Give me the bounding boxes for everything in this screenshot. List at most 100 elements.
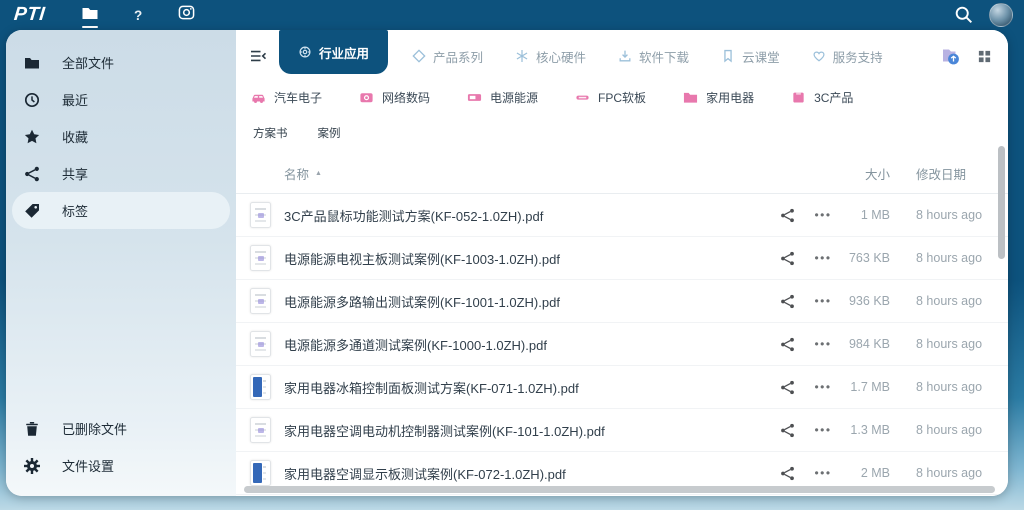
search-button[interactable] bbox=[954, 5, 974, 25]
share-icon[interactable] bbox=[780, 251, 795, 266]
collapse-sidebar-icon[interactable] bbox=[249, 48, 267, 64]
more-actions-icon[interactable]: ••• bbox=[814, 208, 831, 222]
snowflake-icon bbox=[515, 49, 529, 63]
folder-icon bbox=[683, 90, 698, 105]
sidebar-item-favorites[interactable]: 收藏 bbox=[6, 118, 236, 155]
tab-label: 行业应用 bbox=[319, 43, 369, 62]
column-header-name[interactable]: 名称 ▲ bbox=[284, 164, 769, 183]
more-actions-icon[interactable]: ••• bbox=[814, 466, 831, 480]
pdf-file-blue-icon bbox=[250, 460, 271, 486]
file-modified: 8 hours ago bbox=[890, 380, 975, 394]
file-modified: 8 hours ago bbox=[890, 423, 975, 437]
tab-industry-applications[interactable]: 行业应用 bbox=[279, 30, 388, 74]
tab-label: 云课堂 bbox=[742, 47, 780, 66]
tab-software-download[interactable]: 软件下载 bbox=[602, 30, 705, 82]
folder-icon bbox=[24, 55, 40, 71]
file-name: 家用电器冰箱控制面板测试方案(KF-071-1.0ZH).pdf bbox=[284, 378, 769, 397]
sidebar-item-tags[interactable]: 标签 bbox=[12, 192, 230, 229]
sidebar-item-recent[interactable]: 最近 bbox=[6, 81, 236, 118]
horizontal-scrollbar[interactable] bbox=[244, 486, 995, 493]
share-icon[interactable] bbox=[780, 466, 795, 481]
tab-service-support[interactable]: 服务支持 bbox=[796, 30, 899, 82]
share-icon[interactable] bbox=[780, 294, 795, 309]
tab-core-hardware[interactable]: 核心硬件 bbox=[499, 30, 602, 82]
file-list: 3C产品鼠标功能测试方案(KF-052-1.0ZH).pdf ••• 1 MB … bbox=[236, 194, 1008, 495]
sidebar-item-shared[interactable]: 共享 bbox=[6, 155, 236, 192]
folder-icon bbox=[81, 5, 99, 26]
box-icon bbox=[791, 90, 806, 105]
file-size: 1.7 MB bbox=[841, 380, 890, 394]
file-name: 电源能源电视主板测试案例(KF-1003-1.0ZH).pdf bbox=[284, 249, 769, 268]
files-app-button[interactable] bbox=[79, 3, 101, 27]
chip-icon bbox=[575, 90, 590, 105]
app-screen: PTI ? 全部文件 bbox=[0, 0, 1024, 510]
category-label: 电源能源 bbox=[490, 89, 538, 106]
gear-icon bbox=[24, 458, 40, 474]
topbar-app-menu: ? bbox=[79, 3, 197, 27]
sidebar-item-all-files[interactable]: 全部文件 bbox=[6, 44, 236, 81]
category-automotive-electronics[interactable]: 汽车电子 bbox=[251, 89, 359, 106]
column-header-size[interactable]: 大小 bbox=[841, 164, 890, 183]
file-size: 1 MB bbox=[841, 208, 890, 222]
vertical-scrollbar[interactable] bbox=[998, 146, 1005, 259]
share-icon[interactable] bbox=[780, 337, 795, 352]
table-row[interactable]: 电源能源多通道测试案例(KF-1000-1.0ZH).pdf ••• 984 K… bbox=[236, 323, 1008, 366]
sidebar-item-file-settings[interactable]: 文件设置 bbox=[6, 447, 236, 484]
pdf-file-icon bbox=[250, 331, 271, 357]
table-row[interactable]: 电源能源多路输出测试案例(KF-1001-1.0ZH).pdf ••• 936 … bbox=[236, 280, 1008, 323]
filter-row: 方案书 案例 bbox=[236, 112, 1008, 154]
help-button[interactable]: ? bbox=[127, 3, 149, 27]
sidebar-item-label: 全部文件 bbox=[62, 53, 114, 72]
grid-view-icon[interactable] bbox=[977, 49, 992, 64]
category-home-appliances[interactable]: 家用电器 bbox=[683, 89, 791, 106]
filter-case[interactable]: 案例 bbox=[318, 125, 341, 141]
app-badge-icon[interactable] bbox=[939, 46, 961, 66]
category-network-digital[interactable]: 网络数码 bbox=[359, 89, 467, 106]
share-icon[interactable] bbox=[780, 208, 795, 223]
category-row: 汽车电子 网络数码 电源能源 FPC软板 家用电器 bbox=[236, 82, 1008, 112]
file-name: 家用电器空调电动机控制器测试案例(KF-101-1.0ZH).pdf bbox=[284, 421, 769, 440]
sort-ascending-icon: ▲ bbox=[315, 170, 322, 177]
table-row[interactable]: 电源能源电视主板测试案例(KF-1003-1.0ZH).pdf ••• 763 … bbox=[236, 237, 1008, 280]
more-actions-icon[interactable]: ••• bbox=[814, 251, 831, 265]
search-icon bbox=[954, 5, 974, 25]
more-actions-icon[interactable]: ••• bbox=[814, 294, 831, 308]
file-size: 936 KB bbox=[841, 294, 890, 308]
share-icon[interactable] bbox=[780, 423, 795, 438]
tab-product-series[interactable]: 产品系列 bbox=[396, 30, 499, 82]
share-icon[interactable] bbox=[780, 380, 795, 395]
tab-cloud-classroom[interactable]: 云课堂 bbox=[705, 30, 796, 82]
avatar[interactable] bbox=[989, 3, 1013, 27]
filter-proposal[interactable]: 方案书 bbox=[253, 125, 288, 141]
table-row[interactable]: 3C产品鼠标功能测试方案(KF-052-1.0ZH).pdf ••• 1 MB … bbox=[236, 194, 1008, 237]
table-row[interactable]: 家用电器空调电动机控制器测试案例(KF-101-1.0ZH).pdf ••• 1… bbox=[236, 409, 1008, 452]
table-row[interactable]: 家用电器冰箱控制面板测试方案(KF-071-1.0ZH).pdf ••• 1.7… bbox=[236, 366, 1008, 409]
file-modified: 8 hours ago bbox=[890, 337, 975, 351]
heart-icon bbox=[812, 49, 826, 63]
category-label: 汽车电子 bbox=[274, 89, 322, 106]
sidebar-item-deleted-files[interactable]: 已删除文件 bbox=[6, 410, 236, 447]
sidebar-item-label: 共享 bbox=[62, 164, 88, 183]
category-fpc-flex-board[interactable]: FPC软板 bbox=[575, 89, 683, 106]
column-header-modified[interactable]: 修改日期 bbox=[890, 164, 975, 183]
clock-icon bbox=[24, 92, 40, 108]
category-label: 3C产品 bbox=[814, 89, 853, 106]
category-3c-products[interactable]: 3C产品 bbox=[791, 89, 890, 106]
category-power-energy[interactable]: 电源能源 bbox=[467, 89, 575, 106]
more-actions-icon[interactable]: ••• bbox=[814, 380, 831, 394]
sidebar-item-label: 最近 bbox=[62, 90, 88, 109]
diamond-icon bbox=[412, 49, 426, 63]
photos-app-button[interactable] bbox=[175, 3, 197, 27]
pdf-file-icon bbox=[250, 417, 271, 443]
star-icon bbox=[24, 129, 40, 145]
tab-label: 产品系列 bbox=[433, 47, 483, 66]
more-actions-icon[interactable]: ••• bbox=[814, 337, 831, 351]
topbar-right bbox=[954, 3, 1013, 27]
top-bar: PTI ? bbox=[0, 0, 1024, 30]
sidebar-bottom: 已删除文件 文件设置 bbox=[6, 410, 236, 496]
file-size: 763 KB bbox=[841, 251, 890, 265]
file-name: 电源能源多通道测试案例(KF-1000-1.0ZH).pdf bbox=[284, 335, 769, 354]
more-actions-icon[interactable]: ••• bbox=[814, 423, 831, 437]
car-icon bbox=[251, 90, 266, 105]
category-label: 网络数码 bbox=[382, 89, 430, 106]
